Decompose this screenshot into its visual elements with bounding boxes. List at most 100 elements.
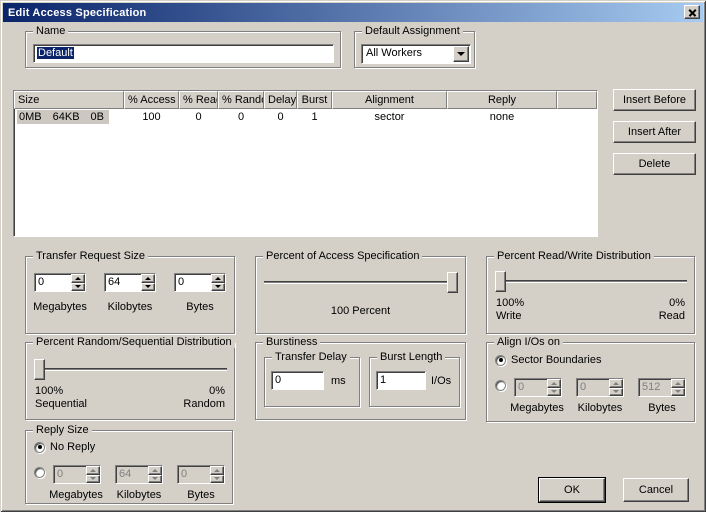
radio-unselected-icon [34, 467, 45, 478]
window-title: Edit Access Specification [8, 7, 146, 19]
burst-length-input[interactable]: 1 [376, 371, 426, 390]
radio-selected-icon [34, 442, 45, 453]
rs-left-pct: 100% [35, 385, 63, 397]
reply-size-label: Reply Size [33, 424, 92, 436]
burst-length-group: Burst Length 1 I/Os [369, 357, 460, 407]
bytes-label: Bytes [631, 402, 693, 414]
transfer-delay-label: Transfer Delay [272, 351, 350, 363]
slider-track[interactable] [495, 280, 687, 282]
col-header-delay[interactable]: Delay [264, 91, 297, 109]
col-header-random[interactable]: % Random [218, 91, 264, 109]
trs-megabytes-spinner[interactable]: 0 [34, 273, 86, 292]
default-assignment-select[interactable]: All Workers [361, 44, 471, 64]
cell-read: 0 [179, 111, 218, 123]
close-button[interactable] [684, 5, 700, 19]
table-row[interactable]: 0MB64KB0B 100 0 0 0 1 sector none [14, 109, 597, 125]
align-custom-radio[interactable] [495, 380, 506, 391]
access-spec-table: Size % Access % Read % Random Delay Burs… [13, 90, 598, 237]
rs-right-label: Random [183, 398, 225, 410]
cell-delay: 0 [264, 111, 297, 123]
align-ios-group: Align I/Os on Sector Boundaries 0 0 512 … [486, 342, 695, 422]
titlebar[interactable]: Edit Access Specification [3, 3, 703, 22]
read-write-label: Percent Read/Write Distribution [494, 250, 654, 262]
spin-down-icon[interactable] [141, 283, 155, 292]
read-write-slider[interactable] [495, 271, 687, 292]
name-group: Name Default [25, 31, 341, 68]
kilobytes-label: Kilobytes [96, 301, 164, 313]
spin-up-icon[interactable] [211, 274, 225, 283]
megabytes-label: Megabytes [26, 301, 94, 313]
trs-kilobytes-spinner[interactable]: 64 [104, 273, 156, 292]
delete-button[interactable]: Delete [613, 153, 696, 175]
transfer-delay-group: Transfer Delay 0 ms [264, 357, 360, 407]
dropdown-button[interactable] [453, 46, 469, 62]
name-input[interactable]: Default [33, 44, 334, 63]
bytes-label: Bytes [170, 489, 232, 501]
percent-access-value: 100 Percent [256, 305, 465, 317]
spin-up-icon[interactable] [141, 274, 155, 283]
col-header-reply[interactable]: Reply [447, 91, 557, 109]
slider-track[interactable] [34, 368, 227, 370]
radio-selected-icon [495, 355, 506, 366]
transfer-request-size-group: Transfer Request Size 0 64 0 Megabytes K… [25, 256, 235, 334]
burst-length-unit: I/Os [431, 375, 451, 387]
reply-custom-radio[interactable] [34, 467, 45, 478]
burstiness-group: Burstiness Transfer Delay 0 ms Burst Len… [255, 342, 466, 420]
reply-kilobytes-spinner: 64 [115, 465, 163, 484]
insert-after-button[interactable]: Insert After [613, 121, 696, 143]
read-write-group: Percent Read/Write Distribution 100% 0% … [486, 256, 695, 334]
random-sequential-label: Percent Random/Sequential Distribution [33, 336, 235, 348]
rw-left-pct: 100% [496, 297, 524, 309]
col-header-access[interactable]: % Access [124, 91, 179, 109]
slider-thumb[interactable] [447, 272, 458, 293]
edit-access-specification-dialog: Edit Access Specification Name Default D… [0, 0, 706, 512]
table-header: Size % Access % Read % Random Delay Burs… [14, 91, 597, 109]
random-sequential-slider[interactable] [34, 359, 227, 380]
percent-access-slider[interactable] [264, 272, 458, 293]
sector-boundaries-radio[interactable]: Sector Boundaries [495, 354, 602, 366]
align-kilobytes-spinner: 0 [576, 378, 624, 397]
spin-down-icon[interactable] [211, 283, 225, 292]
cell-alignment: sector [332, 111, 447, 123]
cell-burst: 1 [297, 111, 332, 123]
trs-bytes-spinner[interactable]: 0 [174, 273, 226, 292]
ok-button[interactable]: OK [539, 478, 605, 502]
rw-right-label: Read [659, 310, 685, 322]
kilobytes-label: Kilobytes [567, 402, 633, 414]
slider-track[interactable] [264, 281, 458, 283]
name-input-value: Default [37, 47, 74, 59]
col-header-alignment[interactable]: Alignment [332, 91, 447, 109]
cell-size: 0MB64KB0B [14, 110, 124, 124]
selected-size-cell: 0MB64KB0B [17, 110, 109, 124]
close-icon [689, 9, 696, 16]
spin-down-icon[interactable] [71, 283, 85, 292]
align-ios-label: Align I/Os on [494, 336, 563, 348]
cell-access: 100 [124, 111, 179, 123]
radio-unselected-icon [495, 380, 506, 391]
burst-length-label: Burst Length [377, 351, 445, 363]
reply-size-group: Reply Size No Reply 0 64 0 Megabytes Kil… [25, 430, 233, 504]
name-group-label: Name [33, 25, 68, 37]
spin-up-icon[interactable] [71, 274, 85, 283]
no-reply-radio[interactable]: No Reply [34, 441, 95, 453]
chevron-down-icon [457, 52, 465, 56]
reply-bytes-spinner: 0 [177, 465, 225, 484]
col-header-burst[interactable]: Burst [297, 91, 332, 109]
align-megabytes-spinner: 0 [514, 378, 562, 397]
insert-before-button[interactable]: Insert Before [613, 89, 696, 111]
cell-random: 0 [218, 111, 264, 123]
slider-thumb[interactable] [34, 359, 45, 380]
cancel-button[interactable]: Cancel [623, 478, 689, 502]
col-header-size[interactable]: Size [14, 91, 124, 109]
random-sequential-group: Percent Random/Sequential Distribution 1… [25, 342, 235, 420]
col-header-filler [557, 91, 597, 109]
rs-right-pct: 0% [209, 385, 225, 397]
percent-access-spec-label: Percent of Access Specification [263, 250, 422, 262]
transfer-delay-input[interactable]: 0 [271, 371, 324, 390]
align-bytes-spinner: 512 [638, 378, 686, 397]
rw-left-label: Write [496, 310, 521, 322]
reply-megabytes-spinner: 0 [53, 465, 101, 484]
slider-thumb[interactable] [495, 271, 506, 292]
transfer-request-size-label: Transfer Request Size [33, 250, 148, 262]
col-header-read[interactable]: % Read [179, 91, 218, 109]
